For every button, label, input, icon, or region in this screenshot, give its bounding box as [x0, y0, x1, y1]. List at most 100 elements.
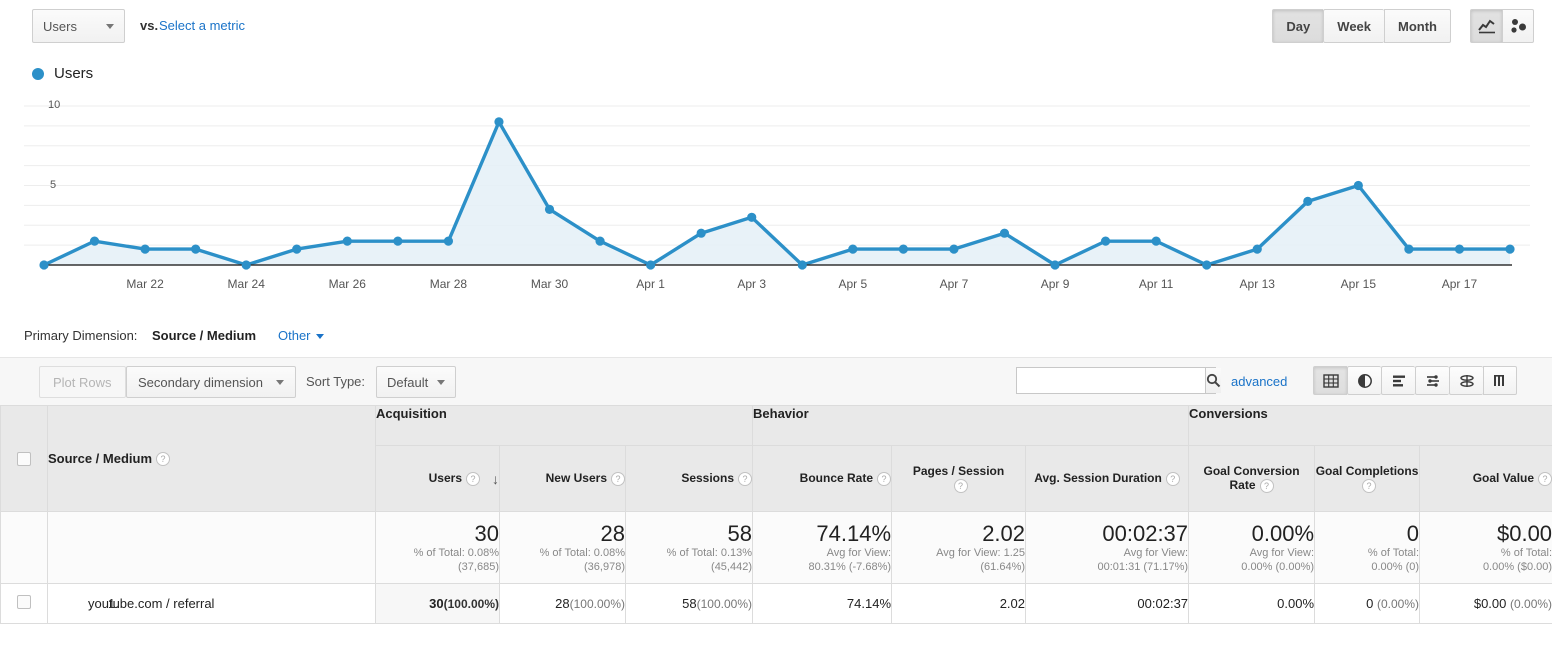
- row-value: 28: [555, 596, 570, 611]
- summary-cell-avg-session-duration: 00:02:37 Avg for View: 00:01:31 (71.17%): [1025, 511, 1190, 584]
- help-icon[interactable]: ?: [953, 478, 968, 493]
- column-label: Bounce Rate: [799, 471, 874, 486]
- granularity-week-button[interactable]: Week: [1323, 9, 1385, 43]
- metric-bar: Users vs. Select a metric Day Week Month: [0, 0, 1552, 53]
- bar-chart-view-icon[interactable]: [1381, 366, 1415, 395]
- search-button[interactable]: [1205, 368, 1221, 393]
- column-header-sessions[interactable]: Sessions?: [624, 445, 754, 512]
- column-header-pages-session[interactable]: Pages / Session?: [891, 445, 1027, 512]
- summary-sub2: 0.00% (0): [1371, 561, 1420, 574]
- primary-dimension-other-dropdown[interactable]: Other: [278, 328, 324, 343]
- secondary-dimension-button[interactable]: Secondary dimension: [126, 366, 296, 398]
- dimension-header-cell[interactable]: Source / Medium?: [47, 405, 376, 512]
- x-axis-tick: Mar 22: [126, 277, 164, 291]
- summary-value: 2.02: [982, 520, 1026, 546]
- summary-sub2: 00:01:31 (71.17%): [1097, 561, 1189, 574]
- term-cloud-view-icon[interactable]: [1483, 366, 1517, 395]
- column-header-bounce-rate[interactable]: Bounce Rate?: [752, 445, 893, 512]
- select-a-metric-link[interactable]: Select a metric: [159, 18, 245, 33]
- x-axis-tick: Apr 1: [636, 277, 665, 291]
- help-icon[interactable]: ?: [1259, 478, 1274, 493]
- x-axis-tick: Apr 15: [1340, 277, 1377, 291]
- summary-sub1: % of Total:: [1367, 546, 1420, 559]
- table-view-toggle-group: [1313, 366, 1517, 395]
- select-all-checkbox[interactable]: [17, 451, 31, 466]
- summary-value: $0.00: [1496, 520, 1552, 546]
- table-summary-row: 30 % of Total: 0.08% (37,685) 28 % of To…: [0, 511, 1552, 584]
- column-header-goal-completions[interactable]: Goal Completions?: [1314, 445, 1421, 512]
- metric-select-label: Users: [43, 18, 77, 34]
- metric-select-button[interactable]: Users: [32, 9, 125, 43]
- x-axis-tick: Apr 9: [1040, 277, 1070, 291]
- column-label: Sessions: [681, 471, 735, 486]
- sort-desc-arrow-icon[interactable]: ↓: [492, 471, 499, 487]
- x-axis-tick: Mar 30: [530, 277, 569, 291]
- x-axis-tick: Apr 13: [1239, 277, 1275, 291]
- users-timeline-chart[interactable]: 10 5 Mar 22 Mar 24 Mar 26 Mar 28 Mar 30 Apr 1…: [0, 92, 1552, 390]
- sort-type-label: Sort Type:: [306, 374, 366, 389]
- pivot-view-icon[interactable]: [1449, 366, 1483, 395]
- column-header-goal-value[interactable]: Goal Value?: [1419, 445, 1552, 512]
- column-label: Avg. Session Duration: [1034, 471, 1162, 486]
- column-header-goal-conversion-rate[interactable]: Goal Conversion Rate?: [1188, 445, 1316, 512]
- granularity-toggle-group: Day Week Month: [1272, 9, 1451, 43]
- help-icon[interactable]: ?: [877, 471, 892, 486]
- summary-cell-pages-session: 2.02 Avg for View: 1.25 (61.64%): [891, 511, 1027, 584]
- table-row[interactable]: 1. youtube.com / referral 30(100.00%) 28…: [0, 583, 1552, 624]
- help-icon[interactable]: ?: [1538, 471, 1552, 486]
- row-value: 58: [682, 596, 697, 611]
- help-icon[interactable]: ?: [611, 471, 625, 486]
- granularity-month-button[interactable]: Month: [1384, 9, 1451, 43]
- row-dimension-value[interactable]: youtube.com / referral: [88, 596, 214, 611]
- line-chart-icon[interactable]: [1470, 9, 1502, 43]
- x-axis-tick: Apr 3: [737, 277, 767, 291]
- comparison-view-icon[interactable]: [1415, 366, 1449, 395]
- pie-chart-view-icon[interactable]: [1347, 366, 1381, 395]
- row-percent: (100.00%): [443, 597, 499, 611]
- help-icon[interactable]: ?: [156, 452, 171, 467]
- summary-sub1: Avg for View: 1.25: [936, 546, 1026, 559]
- column-label: Goal Conversion Rate: [1203, 464, 1300, 493]
- summary-cell-bounce-rate: 74.14% Avg for View: 80.31% (-7.68%): [752, 511, 893, 584]
- motion-chart-icon[interactable]: [1502, 9, 1534, 43]
- row-percent: (0.00%): [1510, 597, 1552, 611]
- table-group-header-row: Source / Medium? Acquisition Behavior Co…: [0, 405, 1552, 512]
- group-header-conversions: Conversions: [1188, 405, 1552, 446]
- summary-sub2: (61.64%): [980, 561, 1026, 574]
- table-search-box[interactable]: [1016, 367, 1221, 394]
- summary-sub1: Avg for View:: [1249, 546, 1315, 559]
- primary-dimension-value[interactable]: Source / Medium: [152, 328, 256, 343]
- column-header-users[interactable]: Users? ↓: [375, 445, 500, 512]
- sort-type-select[interactable]: Default: [376, 366, 456, 398]
- help-icon[interactable]: ?: [1165, 471, 1180, 486]
- help-icon[interactable]: ?: [738, 471, 753, 486]
- secondary-dimension-label: Secondary dimension: [138, 374, 264, 390]
- row-cell-avg-session-duration: 00:02:37: [1025, 583, 1190, 624]
- search-input[interactable]: [1017, 368, 1205, 393]
- row-checkbox-cell: [0, 583, 48, 624]
- summary-sub1: Avg for View:: [826, 546, 892, 559]
- x-axis-tick: Mar 24: [227, 277, 265, 291]
- dimension-header-label: Source / Medium: [48, 450, 153, 466]
- row-checkbox[interactable]: [17, 595, 31, 609]
- column-header-new-users[interactable]: New Users?: [499, 445, 626, 512]
- row-value: $0.00: [1473, 596, 1507, 611]
- chart-legend: Users: [32, 65, 93, 82]
- column-label: Users: [428, 470, 462, 485]
- row-dimension-cell: 1. youtube.com / referral: [47, 583, 376, 624]
- summary-value: 00:02:37: [1102, 520, 1189, 546]
- x-axis-tick: Apr 7: [939, 277, 969, 291]
- advanced-filter-link[interactable]: advanced: [1231, 374, 1287, 389]
- row-percent: (0.00%): [1377, 597, 1420, 611]
- x-axis-tick: Apr 11: [1138, 277, 1174, 291]
- help-icon[interactable]: ?: [1362, 478, 1377, 493]
- summary-sub1: % of Total: 0.08%: [539, 546, 625, 559]
- column-header-avg-session-duration[interactable]: Avg. Session Duration?: [1025, 445, 1190, 512]
- table-view-icon[interactable]: [1313, 366, 1347, 395]
- help-icon[interactable]: ?: [466, 471, 480, 486]
- granularity-day-button[interactable]: Day: [1272, 9, 1324, 43]
- group-header-acquisition: Acquisition: [374, 405, 754, 446]
- column-label: Pages / Session: [912, 464, 1005, 479]
- plot-rows-button[interactable]: Plot Rows: [39, 366, 126, 398]
- legend-series-dot-icon: [32, 67, 44, 80]
